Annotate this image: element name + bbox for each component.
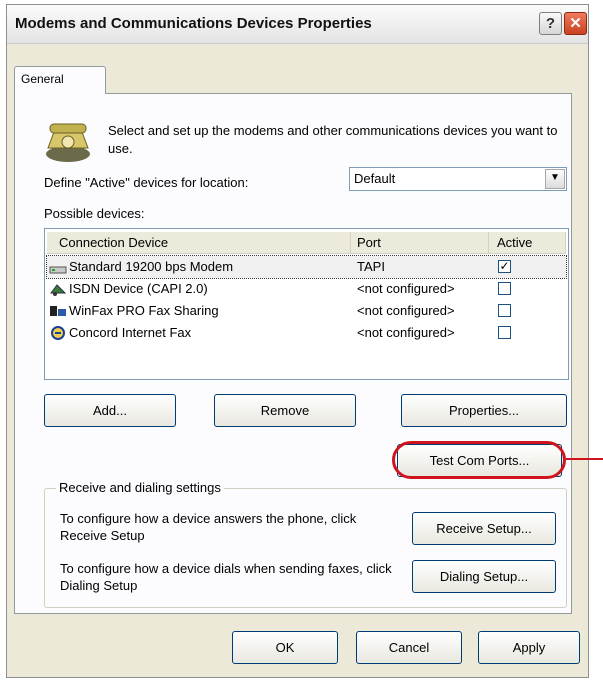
window-title: Modems and Communications Devices Proper… <box>15 15 372 32</box>
receive-setup-button[interactable]: Receive Setup... <box>412 512 556 545</box>
concord-fax-icon <box>51 326 65 340</box>
properties-button[interactable]: Properties... <box>401 394 567 427</box>
receive-text: To configure how a device answers the ph… <box>60 511 357 543</box>
device-port: TAPI <box>357 259 385 274</box>
dialing-text: To configure how a device dials when sen… <box>60 561 392 593</box>
intro-text: Select and set up the modems and other c… <box>108 123 558 156</box>
active-checkbox[interactable] <box>498 326 511 339</box>
table-row[interactable]: WinFax PRO Fax Sharing <not configured> <box>47 300 566 322</box>
isdn-icon <box>50 284 67 296</box>
pointer-line <box>566 458 603 460</box>
active-checkbox[interactable] <box>498 304 511 317</box>
location-select[interactable]: Default ▼ <box>349 167 567 191</box>
device-port: <not configured> <box>357 303 455 318</box>
device-name: Concord Internet Fax <box>69 325 192 340</box>
table-row[interactable]: Standard 19200 bps Modem TAPI ✓ <box>46 255 567 279</box>
title-bar: Modems and Communications Devices Proper… <box>7 5 588 44</box>
active-checkbox[interactable] <box>498 282 511 295</box>
help-button[interactable]: ? <box>539 12 562 35</box>
group-legend: Receive and dialing settings <box>56 480 224 495</box>
possible-devices-label: Possible devices: <box>44 206 145 221</box>
chevron-down-icon[interactable]: ▼ <box>545 169 565 189</box>
device-name: Standard 19200 bps Modem <box>69 259 234 274</box>
column-header-active[interactable]: Active <box>489 232 566 254</box>
location-label: Define "Active" devices for location: <box>44 175 249 190</box>
devices-list[interactable]: Connection Device Port Active Standard 1… <box>44 228 569 380</box>
cancel-button[interactable]: Cancel <box>356 631 462 664</box>
table-row[interactable]: Concord Internet Fax <not configured> <box>47 322 566 344</box>
device-name: WinFax PRO Fax Sharing <box>69 303 219 318</box>
winfax-icon <box>50 306 66 316</box>
tab-general[interactable]: General <box>14 66 106 94</box>
add-button[interactable]: Add... <box>44 394 176 427</box>
apply-button[interactable]: Apply <box>478 631 580 664</box>
column-header-device[interactable]: Connection Device <box>47 232 351 254</box>
device-name: ISDN Device (CAPI 2.0) <box>69 281 208 296</box>
phone-icon <box>46 123 90 162</box>
location-value: Default <box>354 171 396 186</box>
dialing-setup-button[interactable]: Dialing Setup... <box>412 560 556 593</box>
active-checkbox[interactable]: ✓ <box>498 260 511 273</box>
ok-button[interactable]: OK <box>232 631 338 664</box>
modem-icon <box>49 266 67 274</box>
column-header-port[interactable]: Port <box>351 232 489 254</box>
table-row[interactable]: ISDN Device (CAPI 2.0) <not configured> <box>47 278 566 300</box>
device-port: <not configured> <box>357 325 455 340</box>
remove-button[interactable]: Remove <box>214 394 356 427</box>
device-port: <not configured> <box>357 281 455 296</box>
highlight-circle <box>392 441 566 479</box>
close-button[interactable]: ✕ <box>564 12 587 35</box>
